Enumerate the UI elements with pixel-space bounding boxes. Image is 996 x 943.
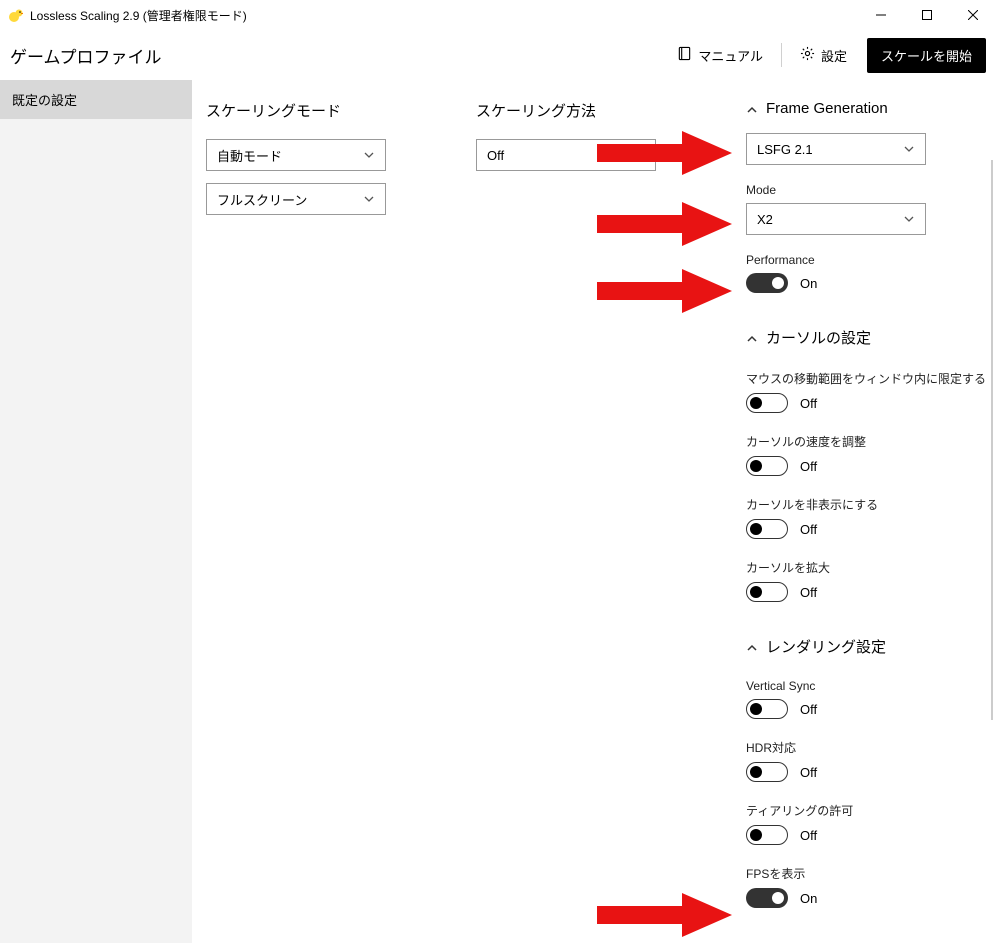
frame-generation-combo[interactable]: LSFG 2.1 bbox=[746, 133, 926, 165]
tearing-label: ティアリングの許可 bbox=[746, 802, 986, 819]
scale-start-button[interactable]: スケールを開始 bbox=[867, 38, 986, 73]
cursor-clip-state: Off bbox=[800, 396, 817, 411]
fps-state: On bbox=[800, 891, 817, 906]
toolbar-divider bbox=[781, 43, 782, 67]
cursor-speed-state: Off bbox=[800, 459, 817, 474]
chevron-up-icon bbox=[746, 641, 758, 653]
scaling-mode-title: スケーリングモード bbox=[206, 100, 466, 121]
cursor-settings-header[interactable]: カーソルの設定 bbox=[746, 327, 986, 348]
rendering-settings-title: レンダリング設定 bbox=[766, 636, 886, 657]
annotation-arrow bbox=[597, 893, 732, 937]
hdr-state: Off bbox=[800, 765, 817, 780]
hdr-label: HDR対応 bbox=[746, 739, 986, 756]
cursor-clip-label: マウスの移動範囲をウィンドウ内に限定する bbox=[746, 370, 986, 387]
tearing-state: Off bbox=[800, 828, 817, 843]
vsync-label: Vertical Sync bbox=[746, 679, 986, 693]
cursor-settings-title: カーソルの設定 bbox=[766, 327, 871, 348]
sidebar-item-default[interactable]: 既定の設定 bbox=[0, 80, 192, 119]
vsync-toggle[interactable] bbox=[746, 699, 788, 719]
scaling-mode-value: 自動モード bbox=[217, 146, 282, 165]
page-heading: ゲームプロファイル bbox=[10, 43, 161, 68]
performance-label: Performance bbox=[746, 253, 986, 267]
app-icon bbox=[8, 7, 24, 23]
minimize-button[interactable] bbox=[858, 0, 904, 30]
cursor-scale-label: カーソルを拡大 bbox=[746, 559, 986, 576]
mode-value: X2 bbox=[757, 212, 773, 227]
scaling-type-title: スケーリング方法 bbox=[476, 100, 736, 121]
settings-label: 設定 bbox=[821, 46, 847, 65]
frame-generation-header[interactable]: Frame Generation bbox=[746, 100, 986, 117]
scrollbar[interactable] bbox=[990, 160, 994, 943]
cursor-scale-toggle[interactable] bbox=[746, 582, 788, 602]
fps-label: FPSを表示 bbox=[746, 865, 986, 882]
frame-generation-title: Frame Generation bbox=[766, 100, 888, 117]
chevron-down-icon bbox=[363, 193, 375, 205]
window-title: Lossless Scaling 2.9 (管理者権限モード) bbox=[30, 7, 247, 24]
annotation-arrow bbox=[597, 202, 732, 246]
toolbar: ゲームプロファイル マニュアル 設定 スケールを開始 bbox=[0, 30, 996, 80]
content-area: スケーリングモード 自動モード フルスクリーン スケーリング方法 Off F bbox=[192, 80, 996, 943]
close-button[interactable] bbox=[950, 0, 996, 30]
annotation-arrow bbox=[597, 269, 732, 313]
sidebar: 既定の設定 bbox=[0, 80, 192, 943]
cursor-speed-toggle[interactable] bbox=[746, 456, 788, 476]
maximize-button[interactable] bbox=[904, 0, 950, 30]
chevron-down-icon bbox=[903, 143, 915, 155]
performance-state: On bbox=[800, 276, 817, 291]
chevron-up-icon bbox=[746, 332, 758, 344]
vsync-state: Off bbox=[800, 702, 817, 717]
chevron-up-icon bbox=[746, 103, 758, 115]
mode-label: Mode bbox=[746, 183, 986, 197]
chevron-down-icon bbox=[363, 149, 375, 161]
cursor-hide-state: Off bbox=[800, 522, 817, 537]
cursor-hide-toggle[interactable] bbox=[746, 519, 788, 539]
rendering-settings-header[interactable]: レンダリング設定 bbox=[746, 636, 986, 657]
mode-combo[interactable]: X2 bbox=[746, 203, 926, 235]
scale-start-label: スケールを開始 bbox=[881, 49, 972, 64]
cursor-hide-label: カーソルを非表示にする bbox=[746, 496, 986, 513]
cursor-speed-label: カーソルの速度を調整 bbox=[746, 433, 986, 450]
scaling-type-value: Off bbox=[487, 148, 504, 163]
tearing-toggle[interactable] bbox=[746, 825, 788, 845]
settings-button[interactable]: 設定 bbox=[790, 40, 857, 71]
book-icon bbox=[677, 46, 692, 64]
frame-generation-value: LSFG 2.1 bbox=[757, 142, 813, 157]
hdr-toggle[interactable] bbox=[746, 762, 788, 782]
performance-toggle[interactable] bbox=[746, 273, 788, 293]
fps-toggle[interactable] bbox=[746, 888, 788, 908]
cursor-clip-toggle[interactable] bbox=[746, 393, 788, 413]
annotation-arrow bbox=[597, 131, 732, 175]
window-mode-combo[interactable]: フルスクリーン bbox=[206, 183, 386, 215]
chevron-down-icon bbox=[903, 213, 915, 225]
window-mode-value: フルスクリーン bbox=[217, 190, 307, 209]
manual-label: マニュアル bbox=[698, 46, 763, 65]
titlebar: Lossless Scaling 2.9 (管理者権限モード) bbox=[0, 0, 996, 30]
scaling-mode-combo[interactable]: 自動モード bbox=[206, 139, 386, 171]
cursor-scale-state: Off bbox=[800, 585, 817, 600]
sidebar-item-label: 既定の設定 bbox=[12, 93, 77, 108]
manual-button[interactable]: マニュアル bbox=[667, 40, 773, 71]
gear-icon bbox=[800, 46, 815, 64]
